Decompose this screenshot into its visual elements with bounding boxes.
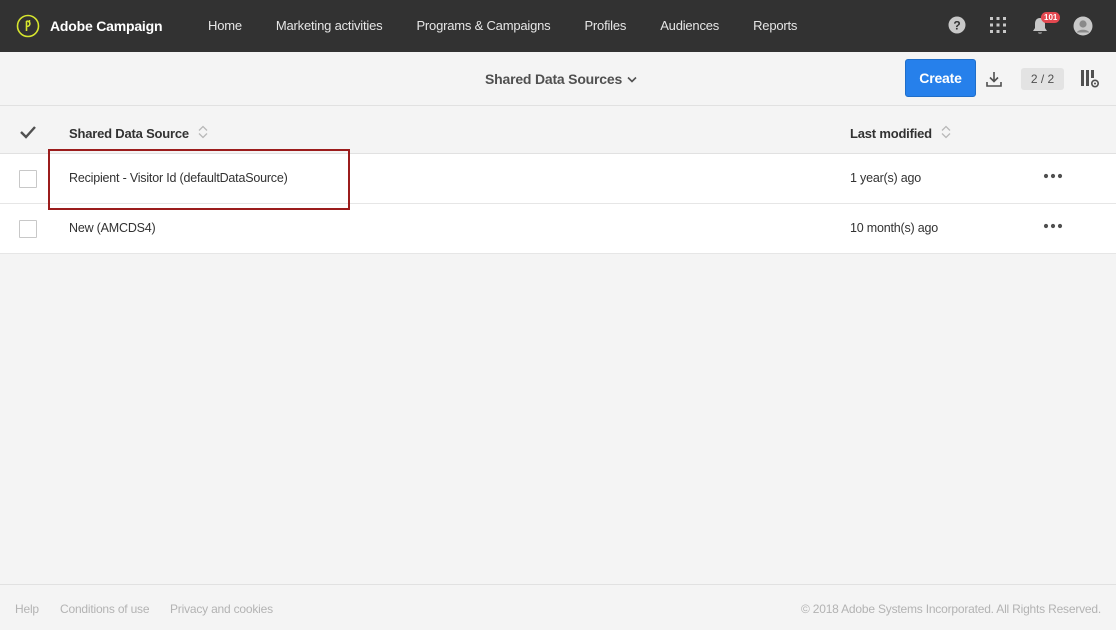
row-checkbox[interactable]: [19, 220, 37, 238]
download-icon[interactable]: [985, 70, 1003, 88]
app-name: Adobe Campaign: [50, 18, 163, 34]
footer-link-help[interactable]: Help: [15, 602, 39, 616]
adobe-campaign-logo-icon: [16, 14, 40, 38]
page-title: Shared Data Sources: [485, 70, 623, 87]
last-modified-value: 1 year(s) ago: [850, 171, 922, 185]
svg-text:?: ?: [953, 18, 960, 32]
copyright-text: © 2018 Adobe Systems Incorporated. All R…: [800, 602, 1101, 616]
help-icon[interactable]: ?: [948, 16, 968, 36]
data-source-name[interactable]: Recipient - Visitor Id (defaultDataSourc…: [69, 171, 288, 185]
data-sources-table: Shared Data Source Last modified Recipie…: [0, 106, 1116, 254]
main-nav: Home Marketing activities Programs & Cam…: [191, 0, 814, 52]
nav-programs-campaigns[interactable]: Programs & Campaigns: [399, 0, 567, 52]
notification-count-badge: 101: [1041, 12, 1061, 23]
table-header: Shared Data Source Last modified: [0, 106, 1116, 154]
apps-grid-icon[interactable]: [989, 16, 1009, 36]
column-label: Last modified: [850, 126, 932, 141]
brand[interactable]: Adobe Campaign: [16, 13, 163, 39]
column-label: Shared Data Source: [69, 126, 189, 141]
column-header-last-modified[interactable]: Last modified: [850, 125, 951, 142]
more-actions-icon[interactable]: [1043, 170, 1063, 182]
data-source-name[interactable]: New (AMCDS4): [69, 221, 156, 235]
bell-icon[interactable]: 101: [1031, 12, 1061, 36]
last-modified-value: 10 month(s) ago: [850, 221, 939, 235]
column-header-shared-data-source[interactable]: Shared Data Source: [69, 125, 208, 142]
chevron-down-icon: [627, 71, 637, 87]
nav-home[interactable]: Home: [191, 0, 259, 52]
top-navigation-bar: Adobe Campaign Home Marketing activities…: [0, 0, 1116, 52]
view-selector[interactable]: Shared Data Sources: [485, 70, 637, 87]
list-toolbar: Shared Data Sources Create 2 / 2: [0, 52, 1116, 106]
footer-link-conditions[interactable]: Conditions of use: [60, 602, 150, 616]
column-settings-icon[interactable]: [1080, 69, 1100, 89]
footer-link-privacy[interactable]: Privacy and cookies: [170, 602, 273, 616]
nav-profiles[interactable]: Profiles: [567, 0, 643, 52]
sort-icon: [941, 125, 951, 142]
row-checkbox[interactable]: [19, 170, 37, 188]
footer: Help Conditions of use Privacy and cooki…: [0, 584, 1116, 630]
result-count: 2 / 2: [1021, 68, 1064, 90]
sort-icon: [198, 125, 208, 142]
more-actions-icon[interactable]: [1043, 220, 1063, 232]
create-button[interactable]: Create: [905, 59, 976, 97]
table-row[interactable]: Recipient - Visitor Id (defaultDataSourc…: [0, 154, 1116, 204]
avatar[interactable]: [1073, 16, 1093, 36]
nav-audiences[interactable]: Audiences: [643, 0, 736, 52]
select-all-checkmark-icon[interactable]: [19, 125, 37, 139]
table-row[interactable]: New (AMCDS4) 10 month(s) ago: [0, 204, 1116, 254]
nav-reports[interactable]: Reports: [736, 0, 814, 52]
nav-marketing-activities[interactable]: Marketing activities: [259, 0, 400, 52]
